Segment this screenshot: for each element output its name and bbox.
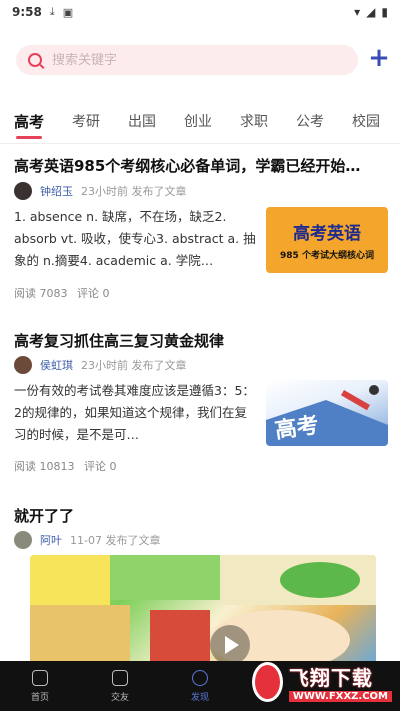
thumbnail-subtitle: 985 个考试大纲核心词 bbox=[280, 251, 374, 261]
watermark-url: WWW.FXXZ.COM bbox=[288, 691, 392, 702]
watermark-logo-icon bbox=[252, 662, 283, 702]
thumbnail-title: 高考英语 bbox=[293, 224, 361, 244]
category-tabs: 高考 考研 出国 创业 求职 公考 校园 bbox=[0, 104, 400, 140]
avatar[interactable] bbox=[14, 182, 32, 200]
article-thumbnail[interactable]: 高考 bbox=[266, 380, 388, 446]
download-icon: ⤓ bbox=[49, 5, 55, 18]
article-title[interactable]: 就开了了 bbox=[14, 505, 386, 526]
gaokao-illustration: 高考 bbox=[266, 385, 388, 446]
tab-xiaoyuan[interactable]: 校园 bbox=[352, 107, 380, 137]
posted-time: 11-07 发布了文章 bbox=[70, 534, 161, 547]
nav-discover[interactable]: 发现 bbox=[160, 661, 240, 711]
star-icon bbox=[112, 669, 128, 686]
watermark-title: 飞翔下载 bbox=[288, 666, 373, 690]
tab-qiuzhi[interactable]: 求职 bbox=[240, 107, 268, 137]
author-name[interactable]: 阿叶 bbox=[40, 532, 62, 548]
posted-time: 23小时前 发布了文章 bbox=[81, 185, 187, 198]
article-excerpt: 1. absence n. 缺席，不在场，缺乏2. absorb vt. 吸收，… bbox=[14, 209, 256, 268]
avatar[interactable] bbox=[14, 356, 32, 374]
tab-chuangye[interactable]: 创业 bbox=[184, 107, 212, 137]
article-meta: 侯虹琪 23小时前 发布了文章 bbox=[14, 356, 187, 374]
add-button[interactable]: + bbox=[366, 43, 392, 73]
article-stats: 阅读 10813 评论 0 bbox=[14, 458, 123, 474]
battery-icon: ▮ bbox=[381, 5, 388, 19]
author-name[interactable]: 侯虹琪 bbox=[40, 357, 73, 373]
tabs-divider bbox=[0, 143, 400, 144]
author-name[interactable]: 钟绍玉 bbox=[40, 183, 73, 199]
article-title[interactable]: 高考复习抓住高三复习黄金规律 bbox=[14, 330, 386, 351]
search-icon bbox=[28, 53, 42, 67]
search-input[interactable] bbox=[52, 52, 312, 68]
article-title[interactable]: 高考英语985个考纲核心必备单词，学霸已经开始… bbox=[14, 155, 386, 176]
tab-gongkao[interactable]: 公考 bbox=[296, 107, 324, 137]
nav-social[interactable]: 交友 bbox=[80, 661, 160, 711]
article-stats: 阅读 7083 评论 0 bbox=[14, 285, 116, 301]
read-count: 阅读 7083 bbox=[14, 287, 68, 300]
article-meta: 阿叶 11-07 发布了文章 bbox=[14, 531, 160, 549]
tab-chuguo[interactable]: 出国 bbox=[128, 107, 156, 137]
comment-count: 评论 0 bbox=[77, 287, 110, 300]
play-button[interactable] bbox=[210, 625, 250, 665]
plus-icon: + bbox=[368, 43, 390, 73]
watermark: 飞翔下载 WWW.FXXZ.COM bbox=[252, 656, 392, 708]
home-icon bbox=[32, 669, 48, 686]
nav-home[interactable]: 首页 bbox=[0, 661, 80, 711]
posted-time: 23小时前 发布了文章 bbox=[81, 359, 187, 372]
search-box[interactable] bbox=[16, 45, 358, 75]
comment-count: 评论 0 bbox=[84, 460, 117, 473]
nav-label: 交友 bbox=[110, 692, 129, 703]
tab-kaoyan[interactable]: 考研 bbox=[72, 107, 100, 137]
cartoon-illustration bbox=[30, 555, 376, 665]
article-excerpt: 一份有效的考试卷其难度应该是遵循3：5：2的规律的，如果知道这个规律，我们在复习… bbox=[14, 383, 255, 442]
read-count: 阅读 10813 bbox=[14, 460, 75, 473]
app-notification-icon: ▣ bbox=[62, 5, 74, 19]
wifi-icon: ▾ bbox=[354, 5, 361, 19]
planet-icon bbox=[192, 669, 208, 686]
nav-label: 发现 bbox=[190, 692, 209, 703]
status-bar: 9:58 ⤓ ▣ ▾ ◢ ▮ bbox=[0, 0, 400, 24]
nav-label: 首页 bbox=[30, 692, 49, 703]
video-thumbnail[interactable] bbox=[30, 555, 376, 665]
signal-icon: ◢ bbox=[366, 5, 376, 19]
avatar[interactable] bbox=[14, 531, 32, 549]
article-meta: 钟绍玉 23小时前 发布了文章 bbox=[14, 182, 187, 200]
search-row: + bbox=[0, 40, 400, 80]
tab-gaokao[interactable]: 高考 bbox=[14, 107, 44, 139]
status-time: 9:58 bbox=[12, 5, 42, 19]
article-thumbnail[interactable]: 高考英语 985 个考试大纲核心词 bbox=[266, 207, 388, 273]
